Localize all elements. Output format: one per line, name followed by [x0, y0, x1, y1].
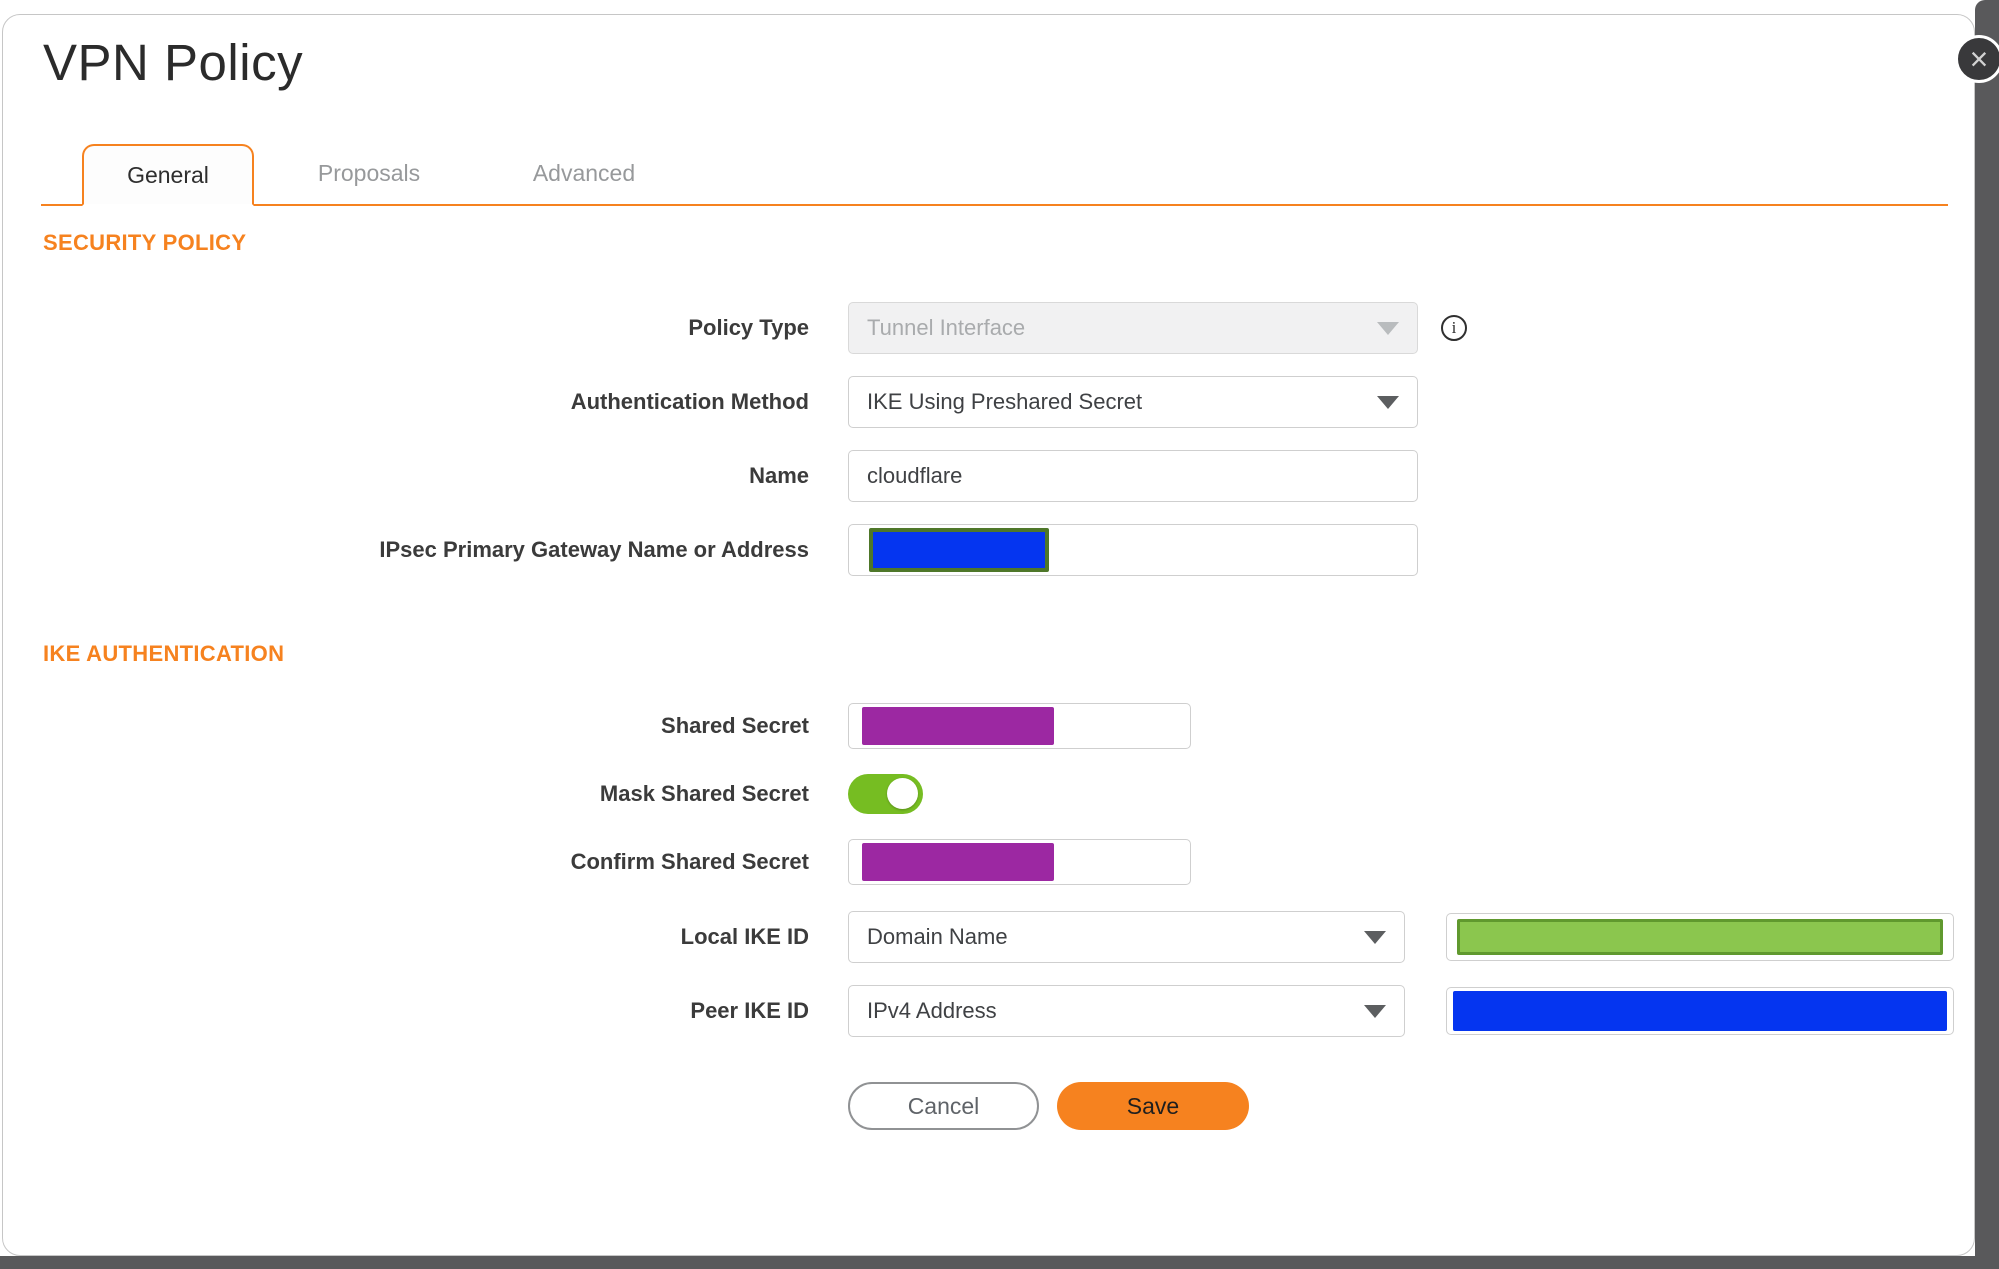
peer-ike-id-label: Peer IKE ID: [690, 998, 809, 1023]
cancel-button[interactable]: Cancel: [848, 1082, 1039, 1130]
name-input[interactable]: cloudflare: [848, 450, 1418, 502]
mask-shared-secret-row: Mask Shared Secret: [3, 774, 1974, 814]
close-icon: ×: [1969, 41, 1989, 77]
tab-advanced[interactable]: Advanced: [499, 142, 669, 204]
page-backdrop-bottom: [0, 1256, 1999, 1269]
section-heading-security-policy: SECURITY POLICY: [43, 230, 247, 255]
authentication-method-row: Authentication Method IKE Using Preshare…: [3, 376, 1974, 428]
peer-ike-id-type-value: IPv4 Address: [867, 998, 997, 1023]
policy-type-label: Policy Type: [688, 315, 809, 340]
shared-secret-input[interactable]: [848, 703, 1191, 749]
redacted-shared-secret-value: [862, 707, 1054, 745]
redacted-peer-ike-id-value: [1453, 991, 1947, 1031]
local-ike-id-row: Local IKE ID Domain Name: [3, 911, 1974, 963]
policy-type-select: Tunnel Interface: [848, 302, 1418, 354]
tab-bar: General Proposals Advanced: [41, 142, 1948, 206]
confirm-shared-secret-input[interactable]: [848, 839, 1191, 885]
policy-type-value: Tunnel Interface: [867, 315, 1026, 340]
chevron-down-icon: [1377, 321, 1399, 335]
confirm-shared-secret-row: Confirm Shared Secret: [3, 839, 1974, 885]
dialog-title: VPN Policy: [43, 34, 304, 91]
tab-general[interactable]: General: [82, 144, 254, 206]
peer-ike-id-value-input[interactable]: [1446, 987, 1954, 1035]
redacted-gateway-value: [869, 528, 1049, 572]
chevron-down-icon: [1377, 395, 1399, 409]
local-ike-id-select[interactable]: Domain Name: [848, 911, 1405, 963]
ike-authentication-form: Shared Secret Mask Shared Secret Confirm…: [3, 703, 1974, 1037]
local-ike-id-type-value: Domain Name: [867, 924, 1008, 949]
section-heading-ike-authentication: IKE AUTHENTICATION: [43, 641, 285, 666]
info-icon-glyph: i: [1451, 318, 1457, 337]
toggle-knob: [887, 778, 918, 809]
chevron-down-icon: [1364, 930, 1386, 944]
name-row: Name cloudflare: [3, 450, 1974, 502]
local-ike-id-value-input[interactable]: [1446, 913, 1954, 961]
chevron-down-icon: [1364, 1004, 1386, 1018]
gateway-input[interactable]: [848, 524, 1418, 576]
authentication-method-label: Authentication Method: [570, 389, 809, 414]
policy-type-row: Policy Type Tunnel Interface i: [3, 302, 1974, 354]
name-value: cloudflare: [867, 463, 963, 488]
shared-secret-label: Shared Secret: [661, 713, 809, 738]
mask-shared-secret-label: Mask Shared Secret: [599, 781, 809, 806]
dialog-footer: Cancel Save: [848, 1082, 1974, 1130]
info-icon[interactable]: i: [1441, 315, 1467, 341]
screen: VPN Policy General Proposals Advanced SE…: [0, 0, 1999, 1269]
redacted-local-ike-id-value: [1457, 919, 1943, 955]
gateway-row: IPsec Primary Gateway Name or Address: [3, 524, 1974, 576]
security-policy-form: Policy Type Tunnel Interface i Authentic…: [3, 302, 1974, 576]
page-backdrop-right: [1975, 0, 1999, 1269]
gateway-label: IPsec Primary Gateway Name or Address: [379, 537, 809, 562]
vpn-policy-dialog: VPN Policy General Proposals Advanced SE…: [2, 14, 1975, 1256]
redacted-confirm-shared-secret-value: [862, 843, 1054, 881]
authentication-method-select[interactable]: IKE Using Preshared Secret: [848, 376, 1418, 428]
peer-ike-id-select[interactable]: IPv4 Address: [848, 985, 1405, 1037]
save-button[interactable]: Save: [1057, 1082, 1249, 1130]
name-label: Name: [749, 463, 809, 488]
local-ike-id-label: Local IKE ID: [680, 924, 809, 949]
authentication-method-value: IKE Using Preshared Secret: [867, 389, 1143, 414]
close-button[interactable]: ×: [1955, 35, 1999, 83]
peer-ike-id-row: Peer IKE ID IPv4 Address: [3, 985, 1974, 1037]
shared-secret-row: Shared Secret: [3, 703, 1974, 749]
mask-shared-secret-toggle[interactable]: [848, 774, 923, 814]
tab-proposals[interactable]: Proposals: [284, 142, 454, 204]
confirm-shared-secret-label: Confirm Shared Secret: [570, 849, 809, 874]
